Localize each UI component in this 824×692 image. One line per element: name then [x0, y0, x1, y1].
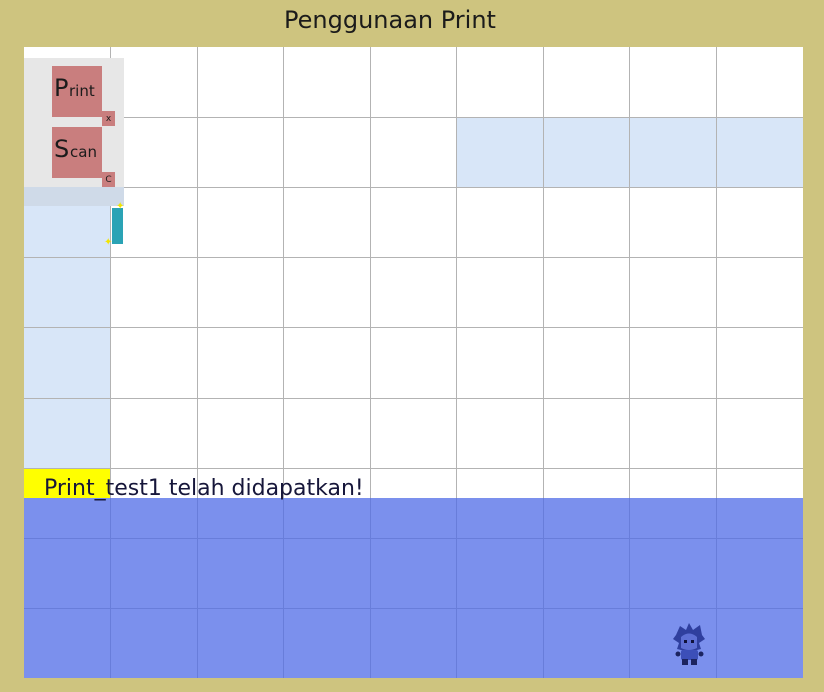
grid-line — [24, 468, 803, 469]
scan-command-card[interactable]: S can C — [52, 127, 115, 187]
grid-line — [24, 327, 803, 328]
grid-line — [24, 398, 803, 399]
sparkle-icon: ✦ — [104, 237, 113, 248]
player-sprite-icon — [673, 623, 705, 665]
game-board[interactable]: P rint x S can C ✦ ✦ — [24, 47, 803, 678]
cursor-icon — [112, 208, 123, 244]
scan-command-rest: can — [70, 143, 97, 161]
grid-line — [24, 187, 803, 188]
notification-message: Print_test1 telah didapatkan! — [44, 476, 364, 501]
grid-line — [24, 117, 803, 118]
print-command-card[interactable]: P rint x — [52, 66, 115, 126]
print-command-initial: P — [54, 74, 69, 102]
grid-line — [24, 257, 803, 258]
print-command-key: x — [102, 111, 115, 126]
scan-command-key: C — [102, 172, 115, 187]
palette-divider — [24, 187, 124, 206]
print-command-rest: rint — [69, 82, 95, 100]
scan-command-initial: S — [54, 135, 70, 163]
page-title: Penggunaan Print — [284, 6, 496, 34]
sparkle-icon: ✦ — [116, 201, 125, 212]
